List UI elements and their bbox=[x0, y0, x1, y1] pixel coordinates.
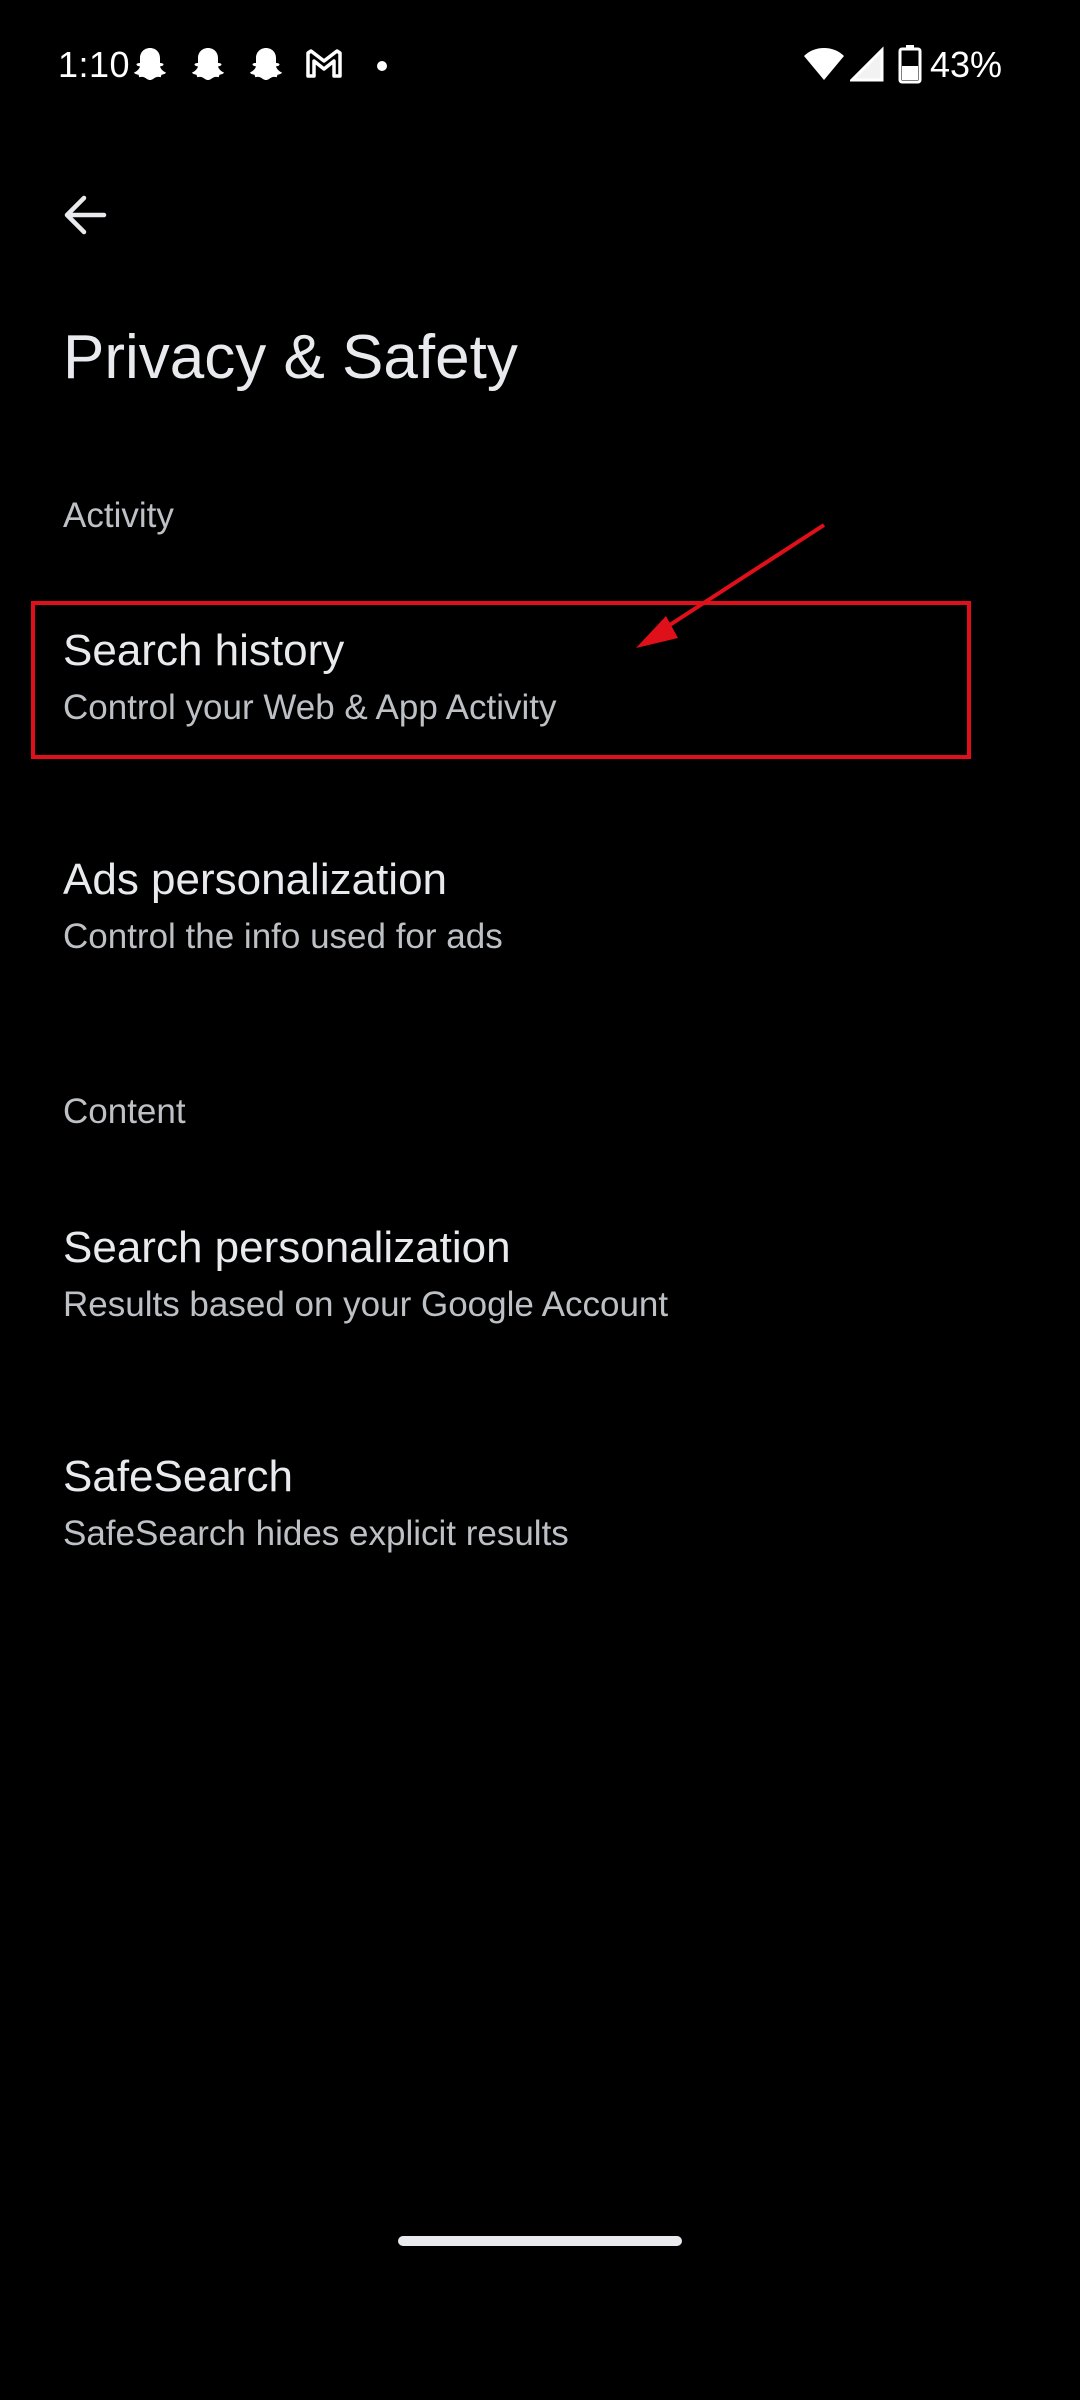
snapchat-icon bbox=[192, 48, 224, 80]
back-button[interactable] bbox=[50, 180, 120, 250]
list-item-safesearch[interactable]: SafeSearch SafeSearch hides explicit res… bbox=[0, 1452, 1080, 1627]
battery-percent: 43% bbox=[930, 44, 1003, 85]
wifi-icon bbox=[804, 48, 844, 80]
item-title: Search personalization bbox=[63, 1223, 511, 1272]
gesture-nav-handle[interactable] bbox=[398, 2236, 682, 2246]
section-header-content: Content bbox=[63, 1092, 186, 1131]
item-subtitle: Results based on your Google Account bbox=[63, 1285, 669, 1324]
snapchat-icon bbox=[250, 48, 282, 80]
list-item-search-personalization[interactable]: Search personalization Results based on … bbox=[0, 1223, 1080, 1398]
list-item-ads-personalization[interactable]: Ads personalization Control the info use… bbox=[0, 855, 1080, 1030]
item-subtitle: Control the info used for ads bbox=[63, 917, 503, 956]
more-notifications-dot bbox=[377, 61, 387, 71]
item-subtitle: SafeSearch hides explicit results bbox=[63, 1514, 569, 1553]
back-arrow-icon bbox=[64, 195, 107, 235]
status-bar: 1:10 43% bbox=[0, 0, 1080, 130]
snapchat-icon bbox=[134, 48, 166, 80]
page-title: Privacy & Safety bbox=[63, 323, 518, 392]
item-title: SafeSearch bbox=[63, 1452, 293, 1501]
annotation-highlight-box bbox=[31, 601, 971, 759]
cell-signal-icon bbox=[850, 46, 884, 82]
item-title: Ads personalization bbox=[63, 855, 448, 904]
battery-icon bbox=[898, 45, 922, 84]
section-header-activity: Activity bbox=[63, 496, 174, 535]
status-time: 1:10 bbox=[58, 44, 131, 85]
gmail-icon bbox=[306, 49, 342, 78]
